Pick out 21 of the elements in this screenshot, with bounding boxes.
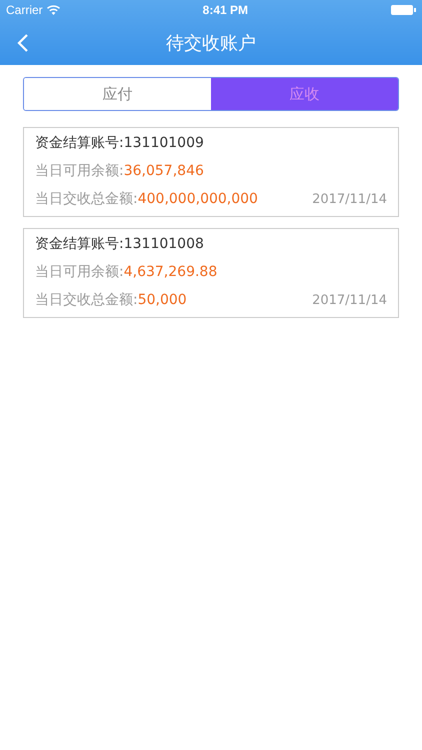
battery-icon (391, 5, 416, 15)
available-amount: 4,637,269.88 (124, 264, 218, 280)
carrier-label: Carrier (6, 3, 43, 17)
total-label: 当日交收总金额: (35, 190, 138, 208)
account-label: 资金结算账号: (35, 134, 124, 152)
available-label: 当日可用余额: (35, 263, 124, 281)
wifi-icon (46, 5, 60, 15)
account-number: 131101009 (124, 135, 204, 151)
total-label: 当日交收总金额: (35, 291, 138, 309)
segment-tab[interactable]: 应收 (211, 78, 398, 110)
account-label: 资金结算账号: (35, 235, 124, 253)
account-number: 131101008 (124, 236, 204, 252)
available-label: 当日可用余额: (35, 162, 124, 180)
back-button[interactable] (16, 32, 30, 52)
date-text: 2017/11/14 (312, 293, 387, 308)
date-text: 2017/11/14 (312, 192, 387, 207)
total-amount: 400,000,000,000 (138, 191, 258, 207)
available-amount: 36,057,846 (124, 163, 204, 179)
total-amount: 50,000 (138, 292, 187, 308)
status-time: 8:41 PM (202, 3, 248, 17)
page-title: 待交收账户 (166, 32, 256, 54)
